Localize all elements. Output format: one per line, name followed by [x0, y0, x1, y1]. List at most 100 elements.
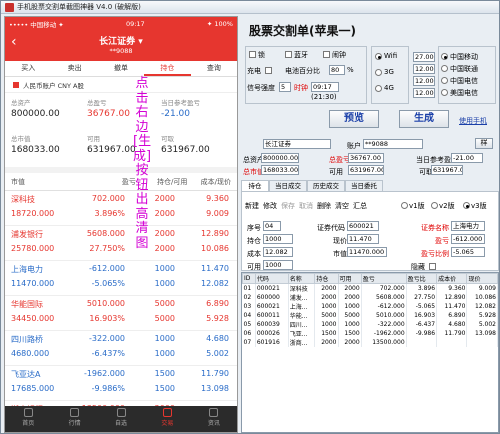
grid-col-header[interactable]: 盈亏比 [405, 273, 438, 284]
nav-trade[interactable]: 交易 [144, 406, 190, 432]
p-draw-input[interactable]: 631967.00 [431, 165, 463, 175]
stock-pos: 1500 [154, 369, 175, 378]
carrier-num-3[interactable]: 12.00 [413, 76, 435, 86]
signal-input[interactable]: 5 [279, 82, 291, 92]
generate-button[interactable]: 生成 [399, 110, 449, 128]
p-avail-input[interactable]: 631967.00 [348, 165, 384, 175]
grid-col-header[interactable]: 可用 [337, 273, 362, 284]
tab-cancel[interactable]: 撤单 [98, 61, 144, 76]
battery-pct-input[interactable]: 80 [329, 65, 345, 75]
cost-input[interactable]: 12.082 [263, 247, 293, 257]
account-input[interactable]: **9088 [363, 139, 423, 149]
nav-watchlist[interactable]: 自选 [98, 406, 144, 432]
grid-row[interactable]: 01 000021 深科技 2000 2000 702.000 3.896 9.360 9.00… [242, 283, 498, 293]
stock-pnl: -322.000 [89, 334, 125, 343]
grid-row[interactable]: 07 601916 浙商... 2000 2000 13500.000 [242, 338, 498, 347]
p-pnl-input[interactable]: 36767.00 [348, 153, 384, 163]
ratio-label: 盈亏比例 [421, 250, 449, 258]
grid-col-header[interactable]: 名称 [287, 273, 316, 284]
p-day-input[interactable]: -21.00 [451, 153, 483, 163]
grid-cell: 5000 [314, 311, 339, 320]
position-row[interactable]: 上海电力 11470.000 -612.000 -5.065% 1000 1000 11.4… [5, 261, 237, 296]
carrier-telecom-radio[interactable] [441, 77, 448, 84]
grid-cell [406, 338, 438, 347]
version-v2-radio[interactable] [431, 202, 438, 209]
pnl-input[interactable]: -612.000 [451, 234, 485, 244]
stock-price: 12.082 [201, 279, 229, 288]
preview-button[interactable]: 预览 [329, 110, 379, 128]
tab-query[interactable]: 查询 [191, 61, 237, 76]
broker-title[interactable]: 长江证券 ▾ [5, 34, 237, 47]
edit-button[interactable]: 修改 [263, 201, 277, 211]
broker-select[interactable]: 长江证券 [263, 139, 331, 149]
charge-checkbox[interactable] [265, 67, 272, 74]
grid-col-header[interactable]: 现价 [466, 273, 498, 284]
panel-title: 股票交割单(苹果一) [249, 24, 356, 38]
net-3g-radio[interactable] [375, 69, 382, 76]
stock-pct: -9.986% [91, 384, 125, 393]
carrier-unicom-radio[interactable] [441, 65, 448, 72]
lock-checkbox[interactable] [249, 51, 256, 58]
version-v3-radio[interactable] [463, 202, 470, 209]
grid-col-header[interactable]: 盈亏 [360, 273, 407, 284]
carrier-num-4[interactable]: 12.00 [413, 88, 435, 98]
nav-home[interactable]: 首页 [5, 406, 51, 432]
grid-col-header[interactable]: ID [242, 273, 256, 284]
net-4g-label: 4G [384, 84, 394, 92]
grid-row[interactable]: 05 600039 四川... 1000 1000 -322.000 -6.437 4.680… [242, 320, 498, 329]
grid-cell: 3.896 [406, 283, 438, 293]
save-button[interactable]: 保存 [281, 201, 295, 211]
tab-holdings[interactable]: 持仓 [144, 61, 191, 76]
bluetooth-checkbox[interactable] [285, 51, 292, 58]
price-input[interactable]: 11.470 [347, 234, 379, 244]
market-value-label: 总市值 [11, 135, 31, 143]
ratio-input[interactable]: -5.065 [451, 247, 485, 257]
code-input[interactable]: 600021 [347, 221, 379, 231]
help-link[interactable]: 使用手机 [459, 116, 487, 126]
version-v1-radio[interactable] [401, 202, 408, 209]
alarm-checkbox[interactable] [323, 51, 330, 58]
nav-market[interactable]: 行情 [51, 406, 97, 432]
position-row[interactable]: 飞亚达A 17685.000 -1962.000 -9.986% 1500 1500 11.… [5, 366, 237, 401]
carrier-cmcc-radio[interactable] [441, 53, 448, 60]
grid-col-header[interactable]: 成本价 [436, 273, 468, 284]
delete-button[interactable]: 删除 [317, 201, 331, 211]
grid-row[interactable]: 03 600021 上海... 1000 1000 -612.000 -5.065 11.47… [242, 302, 498, 311]
p-mv-input[interactable]: 168033.00 [261, 165, 299, 175]
position-row[interactable]: 四川路桥 4680.000 -322.000 -6.437% 1000 1000 4.680… [5, 331, 237, 366]
seq-input[interactable]: 04 [263, 221, 281, 231]
net-4g-radio[interactable] [375, 85, 382, 92]
grid-col-header[interactable]: 代码 [254, 273, 289, 284]
refresh-button[interactable]: 样 [475, 138, 493, 149]
new-button[interactable]: 新建 [245, 201, 259, 211]
stock-pos: 2000 [154, 229, 175, 238]
total-pnl-label: 总盈亏 [87, 99, 107, 107]
grid-row[interactable]: 06 000026 飞亚... 1500 1500 -1962.000 -9.986 11.7… [242, 329, 498, 338]
carrier-num-2[interactable]: 12.00 [413, 64, 435, 74]
net-wifi-radio[interactable] [375, 53, 382, 60]
hidden-checkbox[interactable] [429, 263, 436, 270]
position-row[interactable]: 深科技 18720.000 702.000 3.896% 2000 2000 9.360 9.… [5, 191, 237, 226]
grid-row[interactable]: 02 600000 浦发... 2000 2000 5608.000 27.750 12.89… [242, 293, 498, 302]
cancel-button[interactable]: 取消 [299, 201, 313, 211]
name-input[interactable]: 上海电力 [451, 221, 485, 231]
position-row[interactable]: 浦发银行 25780.000 5608.000 27.750% 2000 2000 12.8… [5, 226, 237, 261]
grid-col-header[interactable]: 持仓 [314, 273, 339, 284]
mv-input[interactable]: 11470.000 [347, 247, 387, 257]
stock-cost: 12.890 [201, 229, 229, 238]
nav-news[interactable]: 资讯 [191, 406, 237, 432]
carrier-num-1[interactable]: 27.00 [413, 52, 435, 62]
grid-cell: 2000 [338, 293, 362, 302]
tab-buy[interactable]: 买入 [5, 61, 51, 76]
position-row[interactable]: 华能国际 34450.000 5010.000 16.903% 5000 5000 6.89… [5, 296, 237, 331]
grid-row[interactable]: 04 600011 华能... 5000 5000 5010.000 16.903 6.890… [242, 311, 498, 320]
pos-input[interactable]: 1000 [263, 234, 293, 244]
tab-sell[interactable]: 卖出 [51, 61, 97, 76]
clear-button[interactable]: 清空 [335, 201, 349, 211]
clock-input[interactable]: 09:17 [311, 82, 339, 92]
carrier-us-radio[interactable] [441, 89, 448, 96]
p-total-input[interactable]: 800000.00 [261, 153, 299, 163]
avail-input[interactable]: 1000 [263, 260, 293, 270]
avail-label: 可用 [247, 263, 261, 271]
summary-button[interactable]: 汇总 [353, 201, 367, 211]
